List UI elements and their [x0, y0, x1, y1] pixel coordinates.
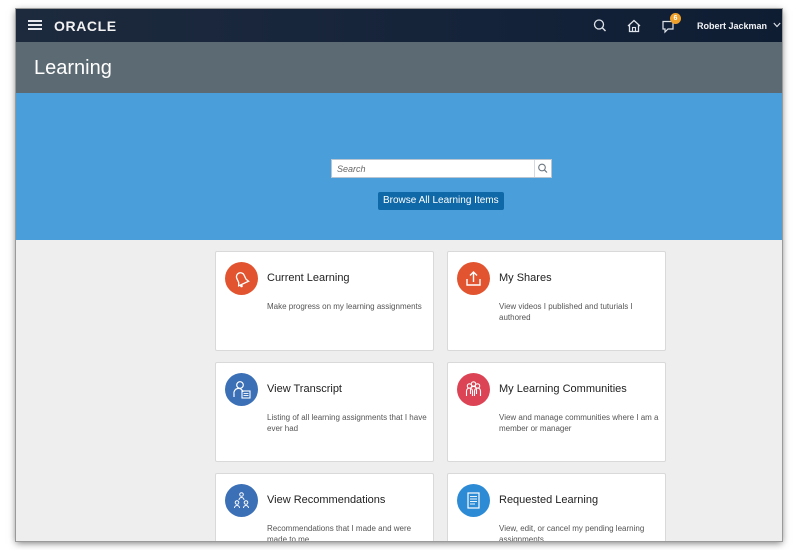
- menu-icon[interactable]: [28, 20, 42, 31]
- notification-badge: 6: [670, 13, 681, 24]
- card-description: View and manage communities where I am a…: [499, 413, 659, 433]
- search-submit-icon[interactable]: [534, 160, 551, 177]
- page-title: Learning: [34, 57, 112, 79]
- bell-icon: [225, 262, 258, 295]
- card-title: Current Learning: [267, 272, 350, 284]
- search-field: [331, 159, 552, 178]
- search-icon[interactable]: [590, 16, 610, 36]
- user-menu[interactable]: Robert Jackman: [697, 20, 781, 31]
- community-icon: [457, 373, 490, 406]
- global-header: ORACLE 6 Robert Jackman: [16, 9, 782, 42]
- recommendations-icon: [225, 484, 258, 517]
- card-my-learning-communities[interactable]: My Learning Communities View and manage …: [447, 362, 666, 462]
- card-description: Make progress on my learning assignments: [267, 302, 422, 311]
- card-current-learning[interactable]: Current Learning Make progress on my lea…: [215, 251, 434, 351]
- card-description: Listing of all learning assignments that…: [267, 413, 427, 433]
- home-icon[interactable]: [624, 16, 644, 36]
- card-title: View Recommendations: [267, 494, 386, 506]
- browse-all-button[interactable]: Browse All Learning Items: [378, 192, 504, 210]
- hero-banner: Browse All Learning Items: [16, 93, 782, 240]
- card-description: Recommendations that I made and were mad…: [267, 524, 412, 541]
- user-name: Robert Jackman: [697, 21, 768, 31]
- notifications-icon[interactable]: 6: [659, 13, 681, 36]
- document-icon: [457, 484, 490, 517]
- card-view-recommendations[interactable]: View Recommendations Recommendations tha…: [215, 473, 434, 541]
- card-title: My Learning Communities: [499, 383, 627, 395]
- page-header: Learning: [16, 42, 782, 93]
- card-description: View, edit, or cancel my pending learnin…: [499, 524, 645, 541]
- search-input[interactable]: [332, 160, 535, 177]
- card-description: View videos I published and tuturials I …: [499, 302, 633, 322]
- card-view-transcript[interactable]: View Transcript Listing of all learning …: [215, 362, 434, 462]
- card-title: Requested Learning: [499, 494, 599, 506]
- card-my-shares[interactable]: My Shares View videos I published and tu…: [447, 251, 666, 351]
- card-title: My Shares: [499, 272, 552, 284]
- app-window: ORACLE 6 Robert Jackman Learning B: [16, 9, 782, 541]
- transcript-icon: [225, 373, 258, 406]
- chevron-down-icon: [772, 20, 781, 30]
- upload-icon: [457, 262, 490, 295]
- brand-logo[interactable]: ORACLE: [54, 18, 117, 34]
- card-requested-learning[interactable]: Requested Learning View, edit, or cancel…: [447, 473, 666, 541]
- card-title: View Transcript: [267, 383, 342, 395]
